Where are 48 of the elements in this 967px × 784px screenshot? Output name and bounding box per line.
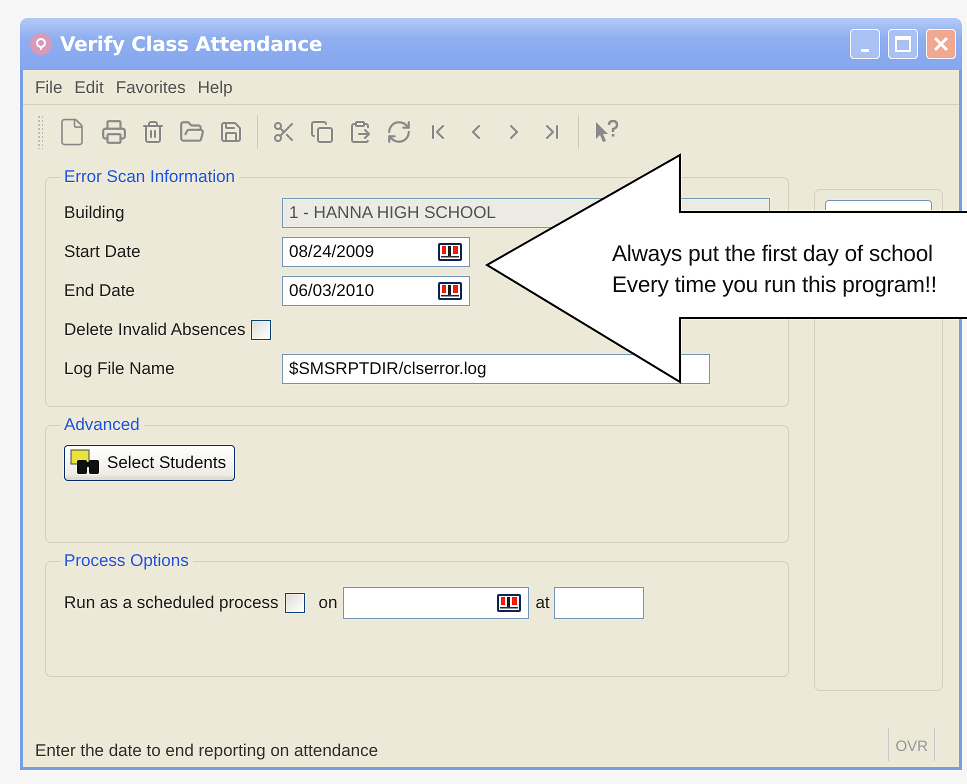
- menu-item[interactable]: Help: [198, 78, 233, 98]
- menu-item[interactable]: File: [35, 78, 62, 98]
- save-icon[interactable]: [219, 120, 243, 144]
- calendar-icon[interactable]: [496, 592, 522, 612]
- callout-text: Every time you run this program!!: [612, 271, 937, 299]
- field-label: at: [535, 592, 550, 612]
- paste-icon[interactable]: [348, 120, 372, 144]
- copy-icon[interactable]: [310, 120, 334, 144]
- print-icon[interactable]: [101, 119, 127, 145]
- panel-button[interactable]: [825, 200, 932, 210]
- field-label: End Date: [64, 280, 136, 300]
- app-icon: [30, 33, 52, 55]
- trash-icon[interactable]: [141, 120, 165, 144]
- minimize-button[interactable]: [850, 29, 880, 59]
- close-button[interactable]: [926, 29, 956, 59]
- status-message: Enter the date to end reporting on attendance: [35, 741, 378, 761]
- refresh-icon[interactable]: [386, 119, 412, 145]
- menu-item[interactable]: Edit: [74, 78, 104, 98]
- field-label: on: [318, 592, 338, 612]
- time-field[interactable]: [554, 586, 644, 618]
- field-label: Building: [64, 202, 126, 222]
- window-title: Verify Class Attendance: [60, 32, 324, 56]
- minimize-icon: [861, 48, 869, 52]
- checkbox-label: Delete Invalid Absences: [64, 320, 246, 340]
- date-field[interactable]: 08/24/2009: [282, 236, 470, 266]
- close-icon: [933, 36, 949, 52]
- scissors-icon[interactable]: [272, 120, 296, 144]
- calendar-icon[interactable]: [437, 242, 463, 262]
- select-students-button[interactable]: Select Students: [64, 445, 236, 481]
- date-field[interactable]: [343, 586, 530, 618]
- group-title: Advanced: [63, 415, 141, 435]
- callout-text: Always put the first day of school: [612, 240, 934, 268]
- maximize-button[interactable]: [888, 29, 918, 59]
- maximize-icon: [894, 35, 912, 53]
- date-field[interactable]: 06/03/2010: [282, 276, 470, 306]
- toolbar-grip[interactable]: [37, 115, 43, 149]
- field-label: Start Date: [64, 242, 142, 262]
- help-pointer-icon[interactable]: [593, 119, 619, 145]
- field-label: Log File Name: [64, 358, 176, 378]
- checkbox[interactable]: [251, 320, 272, 340]
- checkbox[interactable]: [284, 592, 305, 612]
- log-file-field[interactable]: $SMSRPTDIR/clserror.log: [282, 354, 710, 384]
- menu-item[interactable]: Favorites: [116, 78, 186, 98]
- mode-indicator: OVR: [888, 728, 935, 761]
- group-title: Error Scan Information: [63, 167, 236, 187]
- group-title: Process Options: [63, 551, 190, 571]
- calendar-icon[interactable]: [437, 280, 463, 300]
- checkbox-label: Run as a scheduled process: [64, 592, 279, 612]
